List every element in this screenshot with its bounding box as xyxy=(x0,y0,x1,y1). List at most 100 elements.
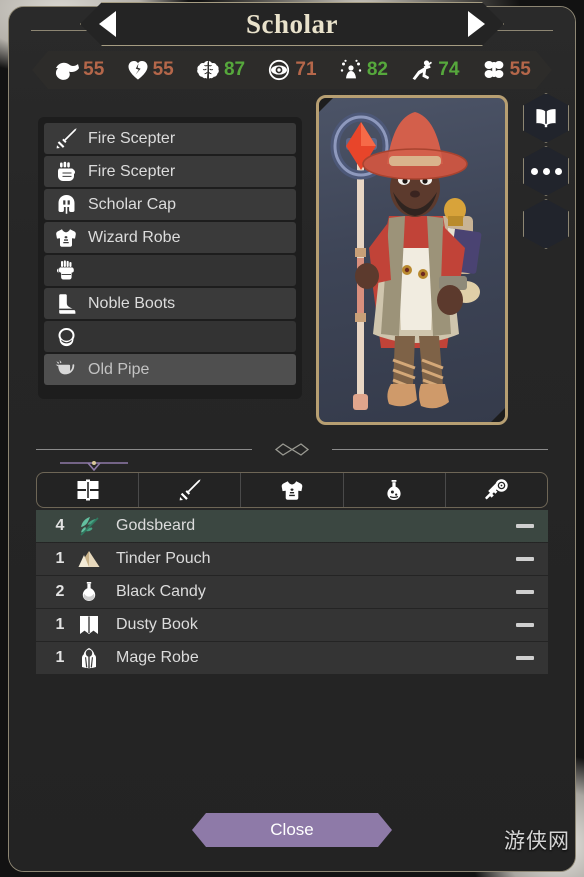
equipment-slot-trinket[interactable]: Old Pipe xyxy=(44,354,296,385)
herb-icon xyxy=(74,515,104,537)
previous-character-arrow[interactable] xyxy=(99,11,116,37)
equipment-slot-chest[interactable]: Wizard Robe xyxy=(44,222,296,253)
ring-icon xyxy=(54,326,78,347)
tab-armor[interactable] xyxy=(241,473,343,507)
inventory-row[interactable]: 1 Tinder Pouch xyxy=(36,543,548,575)
equipment-label: Fire Scepter xyxy=(88,163,175,181)
tab-list xyxy=(36,472,548,508)
item-quantity: 1 xyxy=(46,616,74,634)
item-name: Black Candy xyxy=(116,583,516,601)
fist-icon xyxy=(54,161,78,182)
armor-icon xyxy=(280,479,304,501)
equipment-label: Scholar Cap xyxy=(88,196,176,214)
intellect-icon xyxy=(196,59,220,81)
package-icon xyxy=(76,479,100,501)
tab-misc[interactable] xyxy=(446,473,547,507)
character-portrait xyxy=(316,95,508,425)
next-character-arrow[interactable] xyxy=(468,11,485,37)
potion-icon xyxy=(384,479,404,501)
item-quantity: 2 xyxy=(46,583,74,601)
strength-icon xyxy=(53,59,79,81)
key-icon xyxy=(484,479,508,501)
inventory-tab-strip xyxy=(36,466,548,508)
title-bar: Scholar xyxy=(80,2,504,46)
item-quantity: 4 xyxy=(46,517,74,535)
equipment-slot-off-hand[interactable]: Fire Scepter xyxy=(44,156,296,187)
close-button-label: Close xyxy=(270,820,313,840)
stat-agility[interactable]: 74 xyxy=(410,59,459,81)
item-name: Tinder Pouch xyxy=(116,550,516,568)
more-options-button[interactable] xyxy=(523,146,569,196)
equipment-label: Noble Boots xyxy=(88,295,175,313)
vitality-icon xyxy=(127,59,149,81)
glove-icon xyxy=(54,260,78,281)
equipment-panel: Fire Scepter Fire Scepter Scholar Cap Wi… xyxy=(38,117,302,399)
equipment-slot-head[interactable]: Scholar Cap xyxy=(44,189,296,220)
book-icon xyxy=(74,614,104,636)
inventory-row[interactable]: 4 Godsbeard xyxy=(36,510,548,542)
perception-icon xyxy=(267,59,291,81)
luck-icon xyxy=(482,59,506,81)
tab-weapons[interactable] xyxy=(139,473,241,507)
stat-luck-value: 55 xyxy=(510,59,531,81)
equipment-slot-hands[interactable] xyxy=(44,255,296,286)
journal-button[interactable] xyxy=(523,93,569,143)
item-name: Mage Robe xyxy=(116,649,516,667)
stat-intellect[interactable]: 87 xyxy=(196,59,245,81)
item-quantity: 1 xyxy=(46,550,74,568)
item-remove-button[interactable] xyxy=(516,590,534,594)
equipment-slot-feet[interactable]: Noble Boots xyxy=(44,288,296,319)
stat-bar: 55 55 87 71 82 74 55 xyxy=(32,51,552,89)
tab-all-items[interactable] xyxy=(37,473,139,507)
item-quantity: 1 xyxy=(46,649,74,667)
equipment-slot-ring[interactable] xyxy=(44,321,296,352)
sword-icon xyxy=(54,128,78,149)
item-remove-button[interactable] xyxy=(516,656,534,660)
inventory-row[interactable]: 1 Dusty Book xyxy=(36,609,548,641)
stat-vitality-value: 55 xyxy=(153,59,174,81)
flask-icon xyxy=(74,581,104,603)
inventory-list: 4 Godsbeard 1 Tinder Pouch 2 Black Candy… xyxy=(36,510,548,675)
boot-icon xyxy=(54,293,78,314)
dots-icon xyxy=(531,168,562,175)
book-icon xyxy=(534,107,558,129)
agility-icon xyxy=(410,59,434,81)
divider-ornament-icon xyxy=(270,441,314,464)
empty-slot-button[interactable] xyxy=(523,199,569,249)
character-illustration xyxy=(319,98,505,422)
stat-vitality[interactable]: 55 xyxy=(127,59,174,81)
stat-strength-value: 55 xyxy=(83,59,104,81)
divider-line-left xyxy=(36,449,252,450)
inventory-row[interactable]: 1 Mage Robe xyxy=(36,642,548,674)
equipment-label: Wizard Robe xyxy=(88,229,180,247)
stat-strength[interactable]: 55 xyxy=(53,59,104,81)
active-tab-indicator xyxy=(58,458,130,468)
item-name: Dusty Book xyxy=(116,616,516,634)
helmet-icon xyxy=(54,194,78,215)
stat-intellect-value: 87 xyxy=(224,59,245,81)
pipe-icon xyxy=(54,359,78,380)
inventory-row[interactable]: 2 Black Candy xyxy=(36,576,548,608)
robe-icon xyxy=(74,647,104,669)
close-button[interactable]: Close xyxy=(192,813,392,847)
item-remove-button[interactable] xyxy=(516,524,534,528)
divider-line-right xyxy=(332,449,548,450)
section-divider xyxy=(36,441,548,459)
side-button-group xyxy=(522,93,570,249)
stat-luck[interactable]: 55 xyxy=(482,59,531,81)
stat-charisma-value: 82 xyxy=(367,59,388,81)
tab-consumables[interactable] xyxy=(344,473,446,507)
armor-icon xyxy=(54,227,78,248)
item-remove-button[interactable] xyxy=(516,623,534,627)
stat-agility-value: 74 xyxy=(438,59,459,81)
stat-perception[interactable]: 71 xyxy=(267,59,316,81)
titlebar-right-line xyxy=(497,30,553,31)
item-remove-button[interactable] xyxy=(516,557,534,561)
stat-charisma[interactable]: 82 xyxy=(339,59,388,81)
item-name: Godsbeard xyxy=(116,517,516,535)
equipment-slot-main-hand[interactable]: Fire Scepter xyxy=(44,123,296,154)
charisma-icon xyxy=(339,59,363,81)
equipment-label: Fire Scepter xyxy=(88,130,175,148)
titlebar-left-line xyxy=(31,30,87,31)
equipment-label: Old Pipe xyxy=(88,361,149,379)
